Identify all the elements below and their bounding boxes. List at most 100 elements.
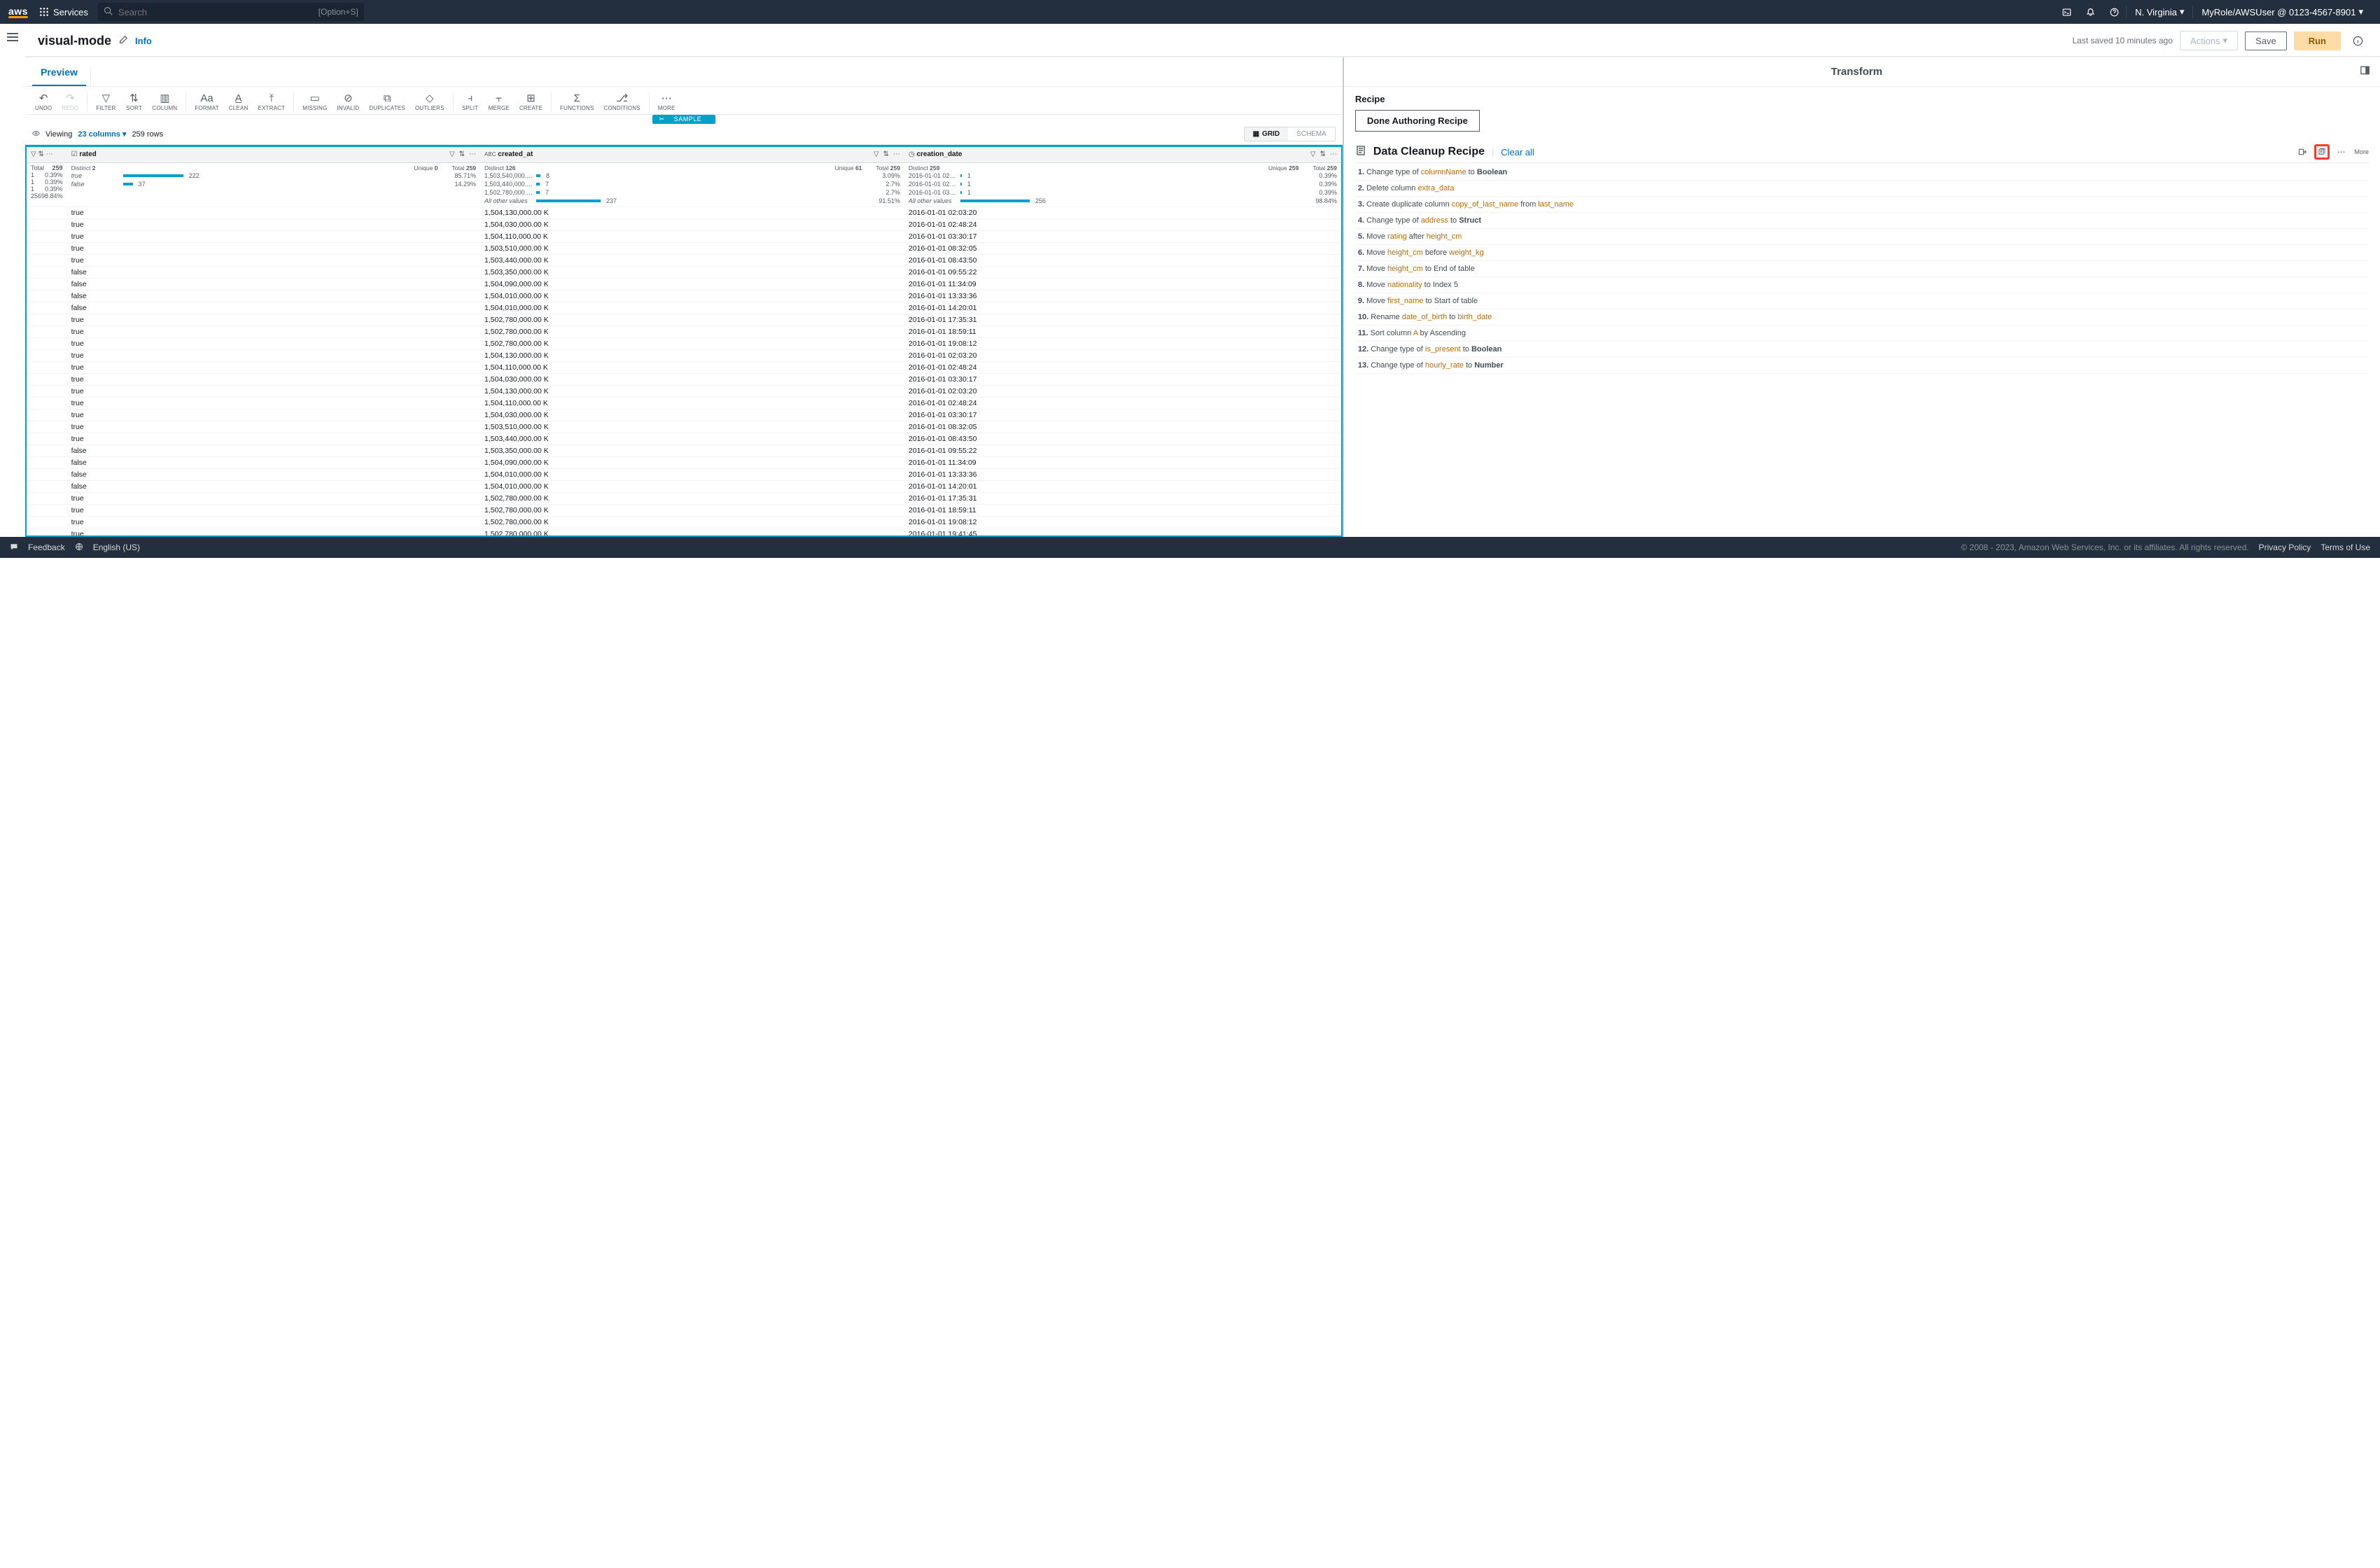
more-icon[interactable]: ⋯ [469,150,476,158]
tool-functions[interactable]: ΣFUNCTIONS [556,91,598,113]
run-button[interactable]: Run [2294,31,2341,50]
view-grid[interactable]: ▦ GRID [1245,127,1288,141]
table-row[interactable]: true1,502,780,000.00 K2016-01-01 18:59:1… [27,504,1341,516]
language-link[interactable]: English (US) [93,542,140,552]
actions-button[interactable]: Actions ▾ [2180,31,2238,50]
search-input[interactable] [118,7,313,18]
recipe-step[interactable]: 1. Change type of columnName to Boolean [1355,164,2369,181]
table-row[interactable]: true1,504,110,000.00 K2016-01-01 02:48:2… [27,397,1341,409]
tool-invalid[interactable]: ⊘INVALID [332,91,363,113]
sort-icon[interactable]: ⇅ [38,150,43,158]
account-menu[interactable]: MyRole/AWSUser @ 0123-4567-8901 ▾ [2193,0,2372,24]
tool-column[interactable]: ▥COLUMN [148,91,182,113]
table-row[interactable]: true1,502,780,000.00 K2016-01-01 17:35:3… [27,492,1341,504]
aws-logo[interactable]: aws [8,6,28,18]
copy-steps-icon[interactable] [2314,144,2330,160]
recipe-step[interactable]: 9. Move first_name to Start of table [1355,293,2369,309]
table-row[interactable]: true1,503,510,000.00 K2016-01-01 08:32:0… [27,242,1341,254]
search-box[interactable]: [Option+S] [98,3,364,21]
tool-sort[interactable]: ⇅SORT [122,91,147,113]
table-row[interactable]: true1,504,130,000.00 K2016-01-01 02:03:2… [27,385,1341,397]
table-row[interactable]: true1,502,780,000.00 K2016-01-01 19:41:4… [27,528,1341,537]
tool-clean[interactable]: A̲CLEAN [225,91,253,113]
column-header[interactable]: ◷ creation_date▽⇅⋯ [904,147,1341,162]
privacy-link[interactable]: Privacy Policy [2259,542,2311,552]
table-row[interactable]: true1,504,110,000.00 K2016-01-01 02:48:2… [27,361,1341,373]
recipe-step[interactable]: 5. Move rating after height_cm [1355,229,2369,245]
more-icon[interactable]: ⋯ [893,150,900,158]
recipe-step[interactable]: 4. Change type of address to Struct [1355,213,2369,229]
recipe-step[interactable]: 11. Sort column A by Ascending [1355,326,2369,342]
import-steps-icon[interactable] [2295,144,2310,160]
view-schema[interactable]: SCHEMA [1288,127,1335,141]
filter-icon[interactable]: ▽ [1310,150,1316,158]
table-row[interactable]: false1,504,090,000.00 K2016-01-01 11:34:… [27,278,1341,290]
recipe-step[interactable]: 8. Move nationality to Index 5 [1355,277,2369,293]
help-icon[interactable] [2102,0,2126,24]
sample-badge[interactable]: ✂ SAMPLE [652,115,716,124]
table-row[interactable]: false1,504,090,000.00 K2016-01-01 11:34:… [27,456,1341,468]
done-authoring-button[interactable]: Done Authoring Recipe [1355,110,1480,132]
table-row[interactable]: true1,502,780,000.00 K2016-01-01 18:59:1… [27,326,1341,337]
tool-duplicates[interactable]: ⧉DUPLICATES [365,91,410,113]
more-icon[interactable]: ⋯ [1330,150,1337,158]
table-row[interactable]: false1,504,010,000.00 K2016-01-01 13:33:… [27,290,1341,302]
edit-icon[interactable] [118,35,128,47]
tool-more[interactable]: ⋯MORE [654,91,680,113]
table-row[interactable]: true1,504,130,000.00 K2016-01-01 02:03:2… [27,349,1341,361]
sort-icon[interactable]: ⇅ [883,150,889,158]
clear-all-link[interactable]: Clear all [1501,147,1534,158]
table-row[interactable]: true1,503,440,000.00 K2016-01-01 08:43:5… [27,254,1341,266]
table-row[interactable]: true1,503,510,000.00 K2016-01-01 08:32:0… [27,421,1341,433]
info-link[interactable]: Info [135,36,152,46]
table-row[interactable]: true1,504,030,000.00 K2016-01-01 03:30:1… [27,373,1341,385]
recipe-step[interactable]: 12. Change type of is_present to Boolean [1355,342,2369,358]
feedback-link[interactable]: Feedback [28,542,65,552]
panel-collapse-icon[interactable] [2360,65,2370,78]
recipe-step[interactable]: 3. Create duplicate column copy_of_last_… [1355,197,2369,213]
recipe-step[interactable]: 10. Rename date_of_birth to birth_date [1355,309,2369,326]
table-row[interactable]: false1,504,010,000.00 K2016-01-01 14:20:… [27,480,1341,492]
cloudshell-icon[interactable] [2054,0,2078,24]
sort-icon[interactable]: ⇅ [459,150,465,158]
tab-preview[interactable]: Preview [32,59,86,86]
table-row[interactable]: true1,502,780,000.00 K2016-01-01 19:08:1… [27,337,1341,349]
more-icon[interactable]: ⋯ [2334,144,2349,160]
more-icon[interactable]: ⋯ [46,150,53,158]
filter-icon[interactable]: ▽ [449,150,455,158]
tool-outliers[interactable]: ◇OUTLIERS [411,91,449,113]
recipe-step[interactable]: 7. Move height_cm to End of table [1355,261,2369,277]
tool-missing[interactable]: ▭MISSING [298,91,331,113]
services-menu[interactable]: Services [39,7,88,18]
terms-link[interactable]: Terms of Use [2320,542,2370,552]
filter-icon[interactable]: ▽ [31,150,36,158]
tool-split[interactable]: ⫞SPLIT [458,91,483,113]
data-grid[interactable]: ▽ ⇅ ⋯☑ rated▽⇅⋯ABC created_at▽⇅⋯◷ creati… [25,145,1343,537]
tool-undo[interactable]: ↶UNDO [31,91,56,113]
table-row[interactable]: true1,503,440,000.00 K2016-01-01 08:43:5… [27,433,1341,444]
tool-create[interactable]: ⊞CREATE [515,91,547,113]
tool-merge[interactable]: ⫟MERGE [484,91,514,113]
save-button[interactable]: Save [2245,31,2287,50]
tool-conditions[interactable]: ⎇CONDITIONS [599,91,644,113]
table-row[interactable]: true1,504,030,000.00 K2016-01-01 02:48:2… [27,218,1341,230]
table-row[interactable]: false1,504,010,000.00 K2016-01-01 14:20:… [27,302,1341,314]
table-row[interactable]: false1,504,010,000.00 K2016-01-01 13:33:… [27,468,1341,480]
tool-redo[interactable]: ↷REDO [57,91,83,113]
sort-icon[interactable]: ⇅ [1320,150,1325,158]
table-row[interactable]: false1,503,350,000.00 K2016-01-01 09:55:… [27,444,1341,456]
table-row[interactable]: true1,502,780,000.00 K2016-01-01 17:35:3… [27,314,1341,326]
table-row[interactable]: true1,502,780,000.00 K2016-01-01 19:08:1… [27,516,1341,528]
tool-filter[interactable]: ▽FILTER [92,91,120,113]
column-header[interactable]: ABC created_at▽⇅⋯ [480,147,904,162]
table-row[interactable]: false1,503,350,000.00 K2016-01-01 09:55:… [27,266,1341,278]
table-row[interactable]: true1,504,030,000.00 K2016-01-01 03:30:1… [27,409,1341,421]
table-row[interactable]: true1,504,110,000.00 K2016-01-01 03:30:1… [27,230,1341,242]
filter-icon[interactable]: ▽ [874,150,879,158]
tool-extract[interactable]: ⤒EXTRACT [253,91,289,113]
bell-icon[interactable] [2078,0,2102,24]
recipe-step[interactable]: 2. Delete column extra_data [1355,181,2369,197]
region-selector[interactable]: N. Virginia ▾ [2127,0,2192,24]
tool-format[interactable]: AaFORMAT [190,91,223,113]
info-panel-icon[interactable] [2348,36,2367,46]
